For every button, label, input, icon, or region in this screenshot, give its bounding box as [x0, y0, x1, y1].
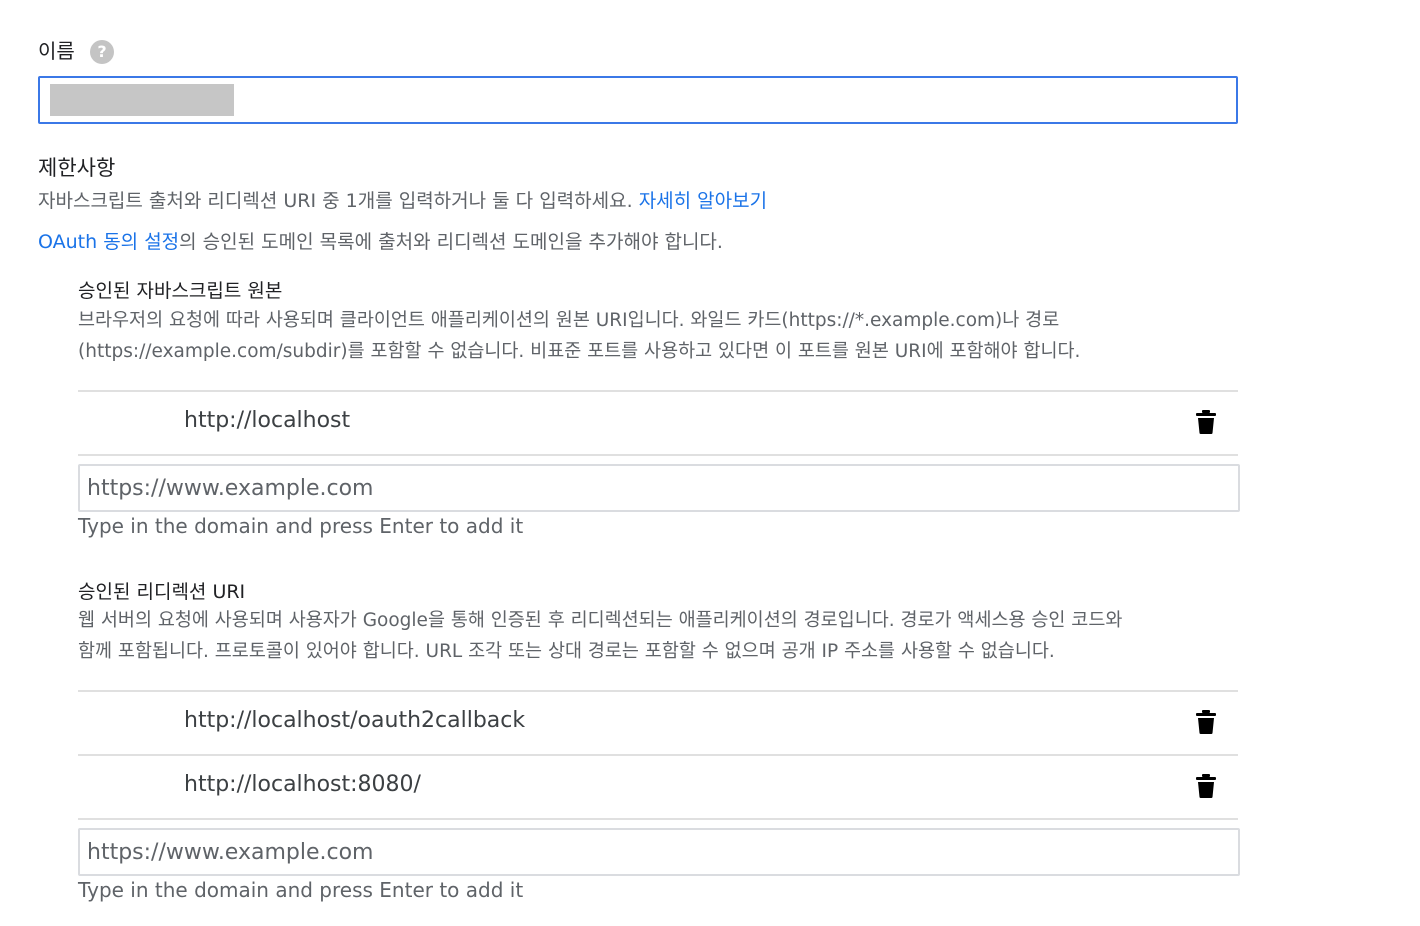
divider	[78, 754, 1238, 756]
js-origin-input[interactable]	[78, 464, 1240, 512]
restrictions-description: 자바스크립트 출처와 리디렉션 URI 중 1개를 입력하거나 둘 다 입력하세…	[38, 186, 767, 216]
redirect-uris-description-line2: 함께 포함됩니다. 프로토콜이 있어야 합니다. URL 조각 또는 상대 경로…	[78, 641, 1055, 662]
js-origins-description-line2: (https://example.com/subdir)를 포함할 수 없습니다…	[78, 341, 1081, 362]
redirect-uris-description-line1: 웹 서버의 요청에 사용되며 사용자가 Google을 통해 인증된 후 리디렉…	[78, 610, 1123, 631]
consent-notice-text: 의 승인된 도메인 목록에 출처와 리디렉션 도메인을 추가해야 합니다.	[179, 231, 723, 253]
divider	[78, 690, 1238, 692]
learn-more-link[interactable]: 자세히 알아보기	[639, 190, 767, 212]
oauth-client-form: 이름 ? 제한사항 자바스크립트 출처와 리디렉션 URI 중 1개를 입력하거…	[0, 0, 1420, 926]
redirect-uris-title: 승인된 리디렉션 URI	[78, 581, 246, 603]
oauth-consent-link[interactable]: OAuth 동의 설정	[38, 231, 179, 253]
restrictions-description-text: 자바스크립트 출처와 리디렉션 URI 중 1개를 입력하거나 둘 다 입력하세…	[38, 190, 633, 212]
redirect-uri: http://localhost/oauth2callback	[184, 708, 526, 733]
consent-notice: OAuth 동의 설정의 승인된 도메인 목록에 출처와 리디렉션 도메인을 추…	[38, 227, 723, 257]
redirect-uri: http://localhost:8080/	[184, 772, 421, 797]
redacted-name-value	[50, 84, 234, 116]
trash-icon[interactable]	[1196, 410, 1216, 434]
js-origins-description-line1: 브라우저의 요청에 따라 사용되며 클라이언트 애플리케이션의 원본 URI입니…	[78, 310, 1060, 331]
trash-icon[interactable]	[1196, 774, 1216, 798]
js-origin-uri: http://localhost	[184, 408, 351, 433]
trash-icon[interactable]	[1196, 710, 1216, 734]
redirect-uri-hint: Type in the domain and press Enter to ad…	[78, 878, 524, 902]
divider	[78, 390, 1238, 392]
js-origin-hint: Type in the domain and press Enter to ad…	[78, 514, 524, 538]
js-origins-title: 승인된 자바스크립트 원본	[78, 280, 283, 302]
name-label: 이름	[38, 39, 75, 63]
divider	[78, 454, 1238, 456]
redirect-uri-input[interactable]	[78, 828, 1240, 876]
restrictions-title: 제한사항	[38, 156, 116, 180]
help-circle-icon[interactable]: ?	[90, 40, 114, 64]
divider	[78, 818, 1238, 820]
